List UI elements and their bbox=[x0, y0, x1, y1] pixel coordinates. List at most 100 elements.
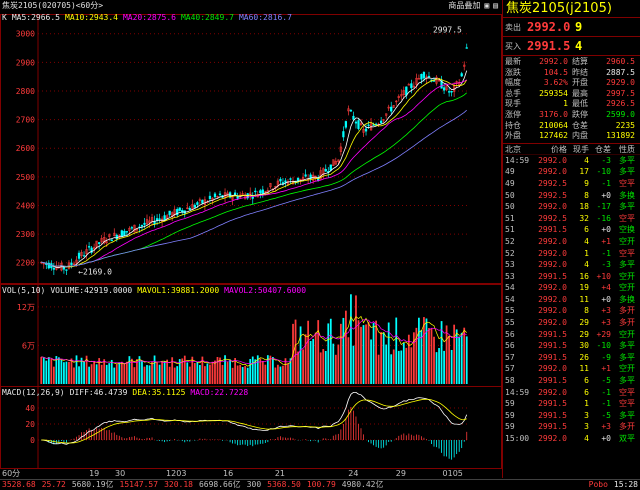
candle-body bbox=[193, 204, 196, 208]
buy-label: 买入 bbox=[505, 41, 521, 51]
trade-oi-change: +29 bbox=[596, 329, 611, 339]
trade-volume: 6 bbox=[584, 376, 589, 386]
trade-volume: 6 bbox=[584, 387, 589, 397]
stat-value: 1 bbox=[563, 99, 568, 109]
overlay-button[interactable]: 商品叠加 bbox=[448, 0, 480, 11]
candle-body bbox=[447, 91, 451, 93]
price-tick: 2700 bbox=[16, 116, 35, 125]
trade-row: 51 2991.5 6 +0 空换 bbox=[503, 224, 640, 236]
buy-quote: 买入 2991.5 4 bbox=[503, 37, 640, 56]
candle-body bbox=[405, 86, 408, 96]
trade-price: 2992.0 bbox=[538, 387, 567, 397]
volume-bar bbox=[58, 357, 60, 384]
candle-body bbox=[98, 242, 101, 244]
volume-bar bbox=[65, 361, 68, 384]
volume-bar bbox=[70, 358, 73, 384]
stat-value: 2926.5 bbox=[606, 99, 635, 109]
trade-nature: 多平 bbox=[619, 341, 635, 351]
candle-body bbox=[140, 224, 144, 227]
volume-bar bbox=[269, 355, 272, 384]
stat-value: 2887.5 bbox=[606, 67, 635, 77]
stat-row: 最新 2992.0 结算 2960.5 bbox=[503, 57, 640, 68]
volume-bar bbox=[395, 317, 398, 384]
vol-tick: 12万 bbox=[17, 303, 35, 312]
stat-value: 2992.0 bbox=[539, 57, 568, 66]
volume-bar bbox=[329, 318, 332, 384]
volume-bar bbox=[450, 349, 453, 384]
trade-nature: 多平 bbox=[619, 376, 635, 386]
volume-bar bbox=[400, 350, 403, 384]
volume-bar bbox=[345, 310, 347, 384]
volume-bar bbox=[151, 361, 153, 384]
stat-label: 仓差 bbox=[572, 120, 588, 130]
trade-nature: 多开 bbox=[619, 306, 635, 316]
trade-nature: 双平 bbox=[619, 434, 635, 443]
trade-nature: 空平 bbox=[619, 387, 635, 397]
trade-price: 2992.0 bbox=[538, 236, 567, 246]
vol-label: VOL(5,10) bbox=[2, 286, 46, 295]
trade-row: 14:59 2992.0 4 -3 多平 bbox=[503, 155, 640, 167]
volume-bar bbox=[460, 332, 463, 384]
title-button-2[interactable]: ▣ bbox=[484, 0, 489, 11]
macd-tick: 20 bbox=[25, 420, 35, 429]
ticker-value: 4980.42亿 bbox=[341, 480, 384, 489]
chart-area[interactable]: 3000 2900 2800 2700 2600 2500 2400 2300 2200 2997… bbox=[0, 0, 502, 479]
volume-bar bbox=[221, 364, 224, 384]
volume-bar bbox=[118, 362, 121, 384]
stat-label: 现手 bbox=[505, 99, 521, 109]
ma20-label: MA20:2875.6 bbox=[122, 13, 176, 22]
stat-label: 幅度 bbox=[505, 78, 521, 88]
trade-oi-change: -5 bbox=[601, 376, 611, 386]
price-tick: 2500 bbox=[16, 173, 35, 182]
stat-row: 外盘 127462 内盘 131892 bbox=[503, 131, 640, 142]
trade-volume: 32 bbox=[579, 213, 589, 223]
trades-head-price: 价格 bbox=[551, 144, 567, 154]
volume-bar bbox=[88, 366, 90, 384]
volume-bar bbox=[390, 354, 393, 384]
candle-body bbox=[233, 192, 237, 195]
title-button-3[interactable]: ▤ bbox=[493, 0, 498, 11]
trade-volume: 8 bbox=[584, 306, 589, 316]
trade-nature: 空开 bbox=[619, 236, 635, 246]
candle-body bbox=[143, 222, 146, 225]
volume-bar bbox=[309, 341, 312, 384]
trade-row: 56 2991.5 30 -10 多平 bbox=[503, 340, 640, 352]
volume-bar bbox=[418, 317, 420, 384]
volume-bar bbox=[274, 367, 277, 384]
macd-value-label: MACD:22.7228 bbox=[190, 388, 249, 397]
trade-row: 50 2992.0 18 -17 多平 bbox=[503, 201, 640, 213]
trade-price: 2992.0 bbox=[538, 248, 567, 258]
volume-bar bbox=[264, 364, 267, 384]
volume-bar bbox=[312, 338, 315, 384]
trade-nature: 多平 bbox=[619, 352, 635, 362]
volume-bar bbox=[158, 364, 161, 384]
candle-body bbox=[304, 174, 307, 177]
trade-row: 51 2992.5 32 -16 空平 bbox=[503, 213, 640, 225]
volume-bar bbox=[322, 349, 325, 384]
volume-bar bbox=[78, 366, 80, 384]
volume-bar bbox=[113, 367, 116, 384]
trade-oi-change: +1 bbox=[601, 364, 611, 374]
stat-label: 最低 bbox=[572, 99, 588, 109]
volume-bar bbox=[435, 352, 438, 384]
trade-oi-change: +0 bbox=[601, 190, 611, 200]
trade-nature: 多开 bbox=[619, 422, 635, 432]
trade-row: 57 2991.5 26 -9 多平 bbox=[503, 352, 640, 364]
trades-list[interactable]: 14:59 2992.0 4 -3 多平 49 2992.0 17 -10 多平 49 2992.5 9… bbox=[503, 155, 640, 445]
ticker-value: 15147.57 bbox=[119, 480, 159, 489]
volume-bar bbox=[352, 345, 355, 384]
candle-body bbox=[352, 115, 355, 120]
volume-bar bbox=[183, 355, 186, 384]
volume-bar bbox=[370, 339, 372, 384]
panel-frame bbox=[0, 14, 502, 284]
stat-label: 最新 bbox=[505, 57, 521, 66]
volume-bar bbox=[90, 364, 93, 384]
candle-body bbox=[367, 124, 370, 126]
candle-body bbox=[52, 268, 55, 270]
stat-label: 结算 bbox=[572, 57, 588, 66]
trade-nature: 多平 bbox=[619, 260, 635, 270]
candle-body bbox=[261, 189, 264, 194]
trade-row: 52 2992.0 1 -1 空平 bbox=[503, 248, 640, 260]
trade-time: 56 bbox=[505, 341, 515, 351]
candle-body bbox=[410, 83, 413, 89]
